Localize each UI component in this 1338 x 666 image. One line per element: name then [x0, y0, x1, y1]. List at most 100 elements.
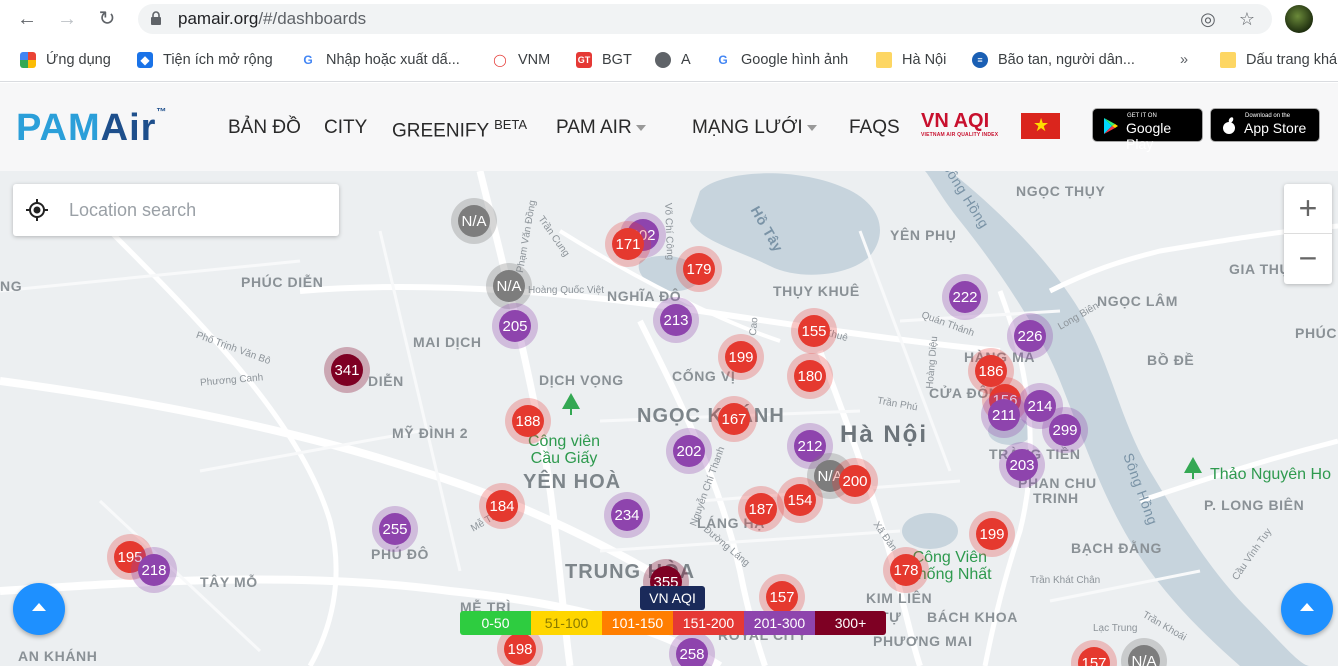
bookmark-news[interactable]: ≡ Bão tan, người dân...	[972, 50, 1135, 70]
aqi-value: 178	[890, 554, 922, 586]
zoom-in-button[interactable]: +	[1284, 184, 1332, 234]
aqi-station-marker[interactable]: 179	[676, 246, 722, 292]
aqi-station-marker[interactable]: 171	[605, 221, 651, 267]
area-label-ngoc-lam: NGỌC LÂM	[1097, 293, 1179, 309]
aqi-station-marker[interactable]: 202	[666, 428, 712, 474]
scroll-up-button-right[interactable]	[1281, 583, 1333, 635]
star-icon[interactable]: ☆	[1237, 9, 1257, 29]
air-quality-map[interactable]: NG PHÚC DIỄN MAI DỊCH DIỄN MỸ ĐÌNH 2 DỊC…	[0, 171, 1338, 666]
nav-pam-air[interactable]: PAM AIR	[556, 117, 646, 139]
street-label: Cao	[747, 316, 761, 337]
nav-city[interactable]: CITY	[324, 117, 367, 139]
aqi-station-marker[interactable]: 222	[942, 274, 988, 320]
scroll-up-button[interactable]	[13, 583, 65, 635]
google-play-button[interactable]: GET IT ON Google Play	[1092, 108, 1203, 152]
aqi-station-marker[interactable]: 299	[1042, 407, 1088, 453]
aqi-station-marker[interactable]: 154	[777, 477, 823, 523]
bookmark-vnm[interactable]: ◯ VNM	[492, 50, 550, 70]
location-search-input[interactable]	[69, 196, 329, 224]
aqi-station-marker[interactable]: 155	[791, 308, 837, 354]
aqi-value: 211	[988, 399, 1020, 431]
other-bookmarks[interactable]: Dấu trang khá	[1220, 50, 1337, 70]
aqi-value: 255	[379, 513, 411, 545]
aqi-value: 218	[138, 554, 170, 586]
area-label-phuong-mai: PHƯƠNG MAI	[873, 633, 973, 649]
location-blocked-icon[interactable]: ◎	[1198, 9, 1218, 29]
news-icon: ≡	[972, 52, 988, 68]
aqi-station-marker[interactable]: 184	[479, 483, 525, 529]
logo-trademark: ™	[156, 107, 168, 118]
pamair-logo[interactable]: PAMAir™	[16, 107, 167, 150]
puzzle-icon: ◆	[137, 52, 153, 68]
aqi-station-marker[interactable]: 226	[1007, 313, 1053, 359]
aqi-station-marker[interactable]: N/A	[486, 263, 532, 309]
aqi-station-marker[interactable]: 200	[832, 458, 878, 504]
bookmark-google-images[interactable]: G Google hình ảnh	[715, 50, 848, 70]
aqi-value: 234	[611, 499, 643, 531]
nav-map[interactable]: BẢN ĐỒ	[228, 117, 301, 139]
aqi-station-marker[interactable]: 255	[372, 506, 418, 552]
profile-avatar[interactable]	[1285, 5, 1313, 33]
aqi-station-marker[interactable]: 180	[787, 353, 833, 399]
logo-pam: PAM	[16, 107, 101, 149]
bookmark-label: A	[681, 52, 691, 68]
back-arrow-icon[interactable]: ←	[15, 7, 39, 31]
forward-arrow-icon[interactable]: →	[55, 7, 79, 31]
aqi-value: 341	[331, 354, 363, 386]
area-label-ng: NG	[0, 278, 23, 294]
address-bar[interactable]: pamair.org/#/dashboards ◎ ☆	[138, 4, 1272, 34]
aqi-value: 155	[798, 315, 830, 347]
legend-title: VN AQI	[640, 586, 705, 610]
aqi-legend: 0-50 51-100 101-150 151-200 201-300 300+	[460, 611, 886, 635]
chevron-down-icon	[806, 124, 817, 131]
aqi-value: 299	[1049, 414, 1081, 446]
area-label-phuc: PHÚC	[1295, 325, 1338, 341]
zoom-out-button[interactable]: −	[1284, 234, 1332, 284]
aqi-station-marker[interactable]: 199	[718, 334, 764, 380]
area-label-bo-de: BỒ ĐỀ	[1147, 352, 1195, 368]
bookmark-label: Hà Nội	[902, 52, 947, 68]
bookmark-a[interactable]: A	[655, 50, 691, 70]
nav-greenify[interactable]: GREENIFY BETA	[392, 117, 527, 142]
reload-icon[interactable]: ↻	[95, 7, 119, 31]
nav-network[interactable]: MẠNG LƯỚI	[692, 117, 817, 139]
park-label-line: Cầu Giấy	[530, 450, 598, 467]
aqi-value: 198	[504, 633, 536, 665]
area-label-phuc-dien: PHÚC DIỄN	[241, 274, 324, 290]
area-label-ngoc-thuy: NGỌC THỤY	[1016, 183, 1106, 199]
aqi-station-marker[interactable]: 199	[969, 511, 1015, 557]
my-location-icon[interactable]	[26, 199, 48, 221]
area-label-trinh: TRINH	[1033, 490, 1079, 506]
bookmark-import[interactable]: G Nhập hoặc xuất dấ...	[300, 50, 460, 70]
app-store-button[interactable]: Download on the App Store	[1210, 108, 1320, 142]
bookmark-label: Tiện ích mở rộng	[163, 52, 273, 68]
area-label-tay-mo: TÂY MỖ	[200, 574, 258, 590]
bookmark-hanoi[interactable]: Hà Nội	[876, 50, 946, 70]
vn-aqi-logo[interactable]: VN AQI VIETNAM AIR QUALITY INDEX	[921, 110, 998, 138]
aqi-station-marker[interactable]: 203	[999, 442, 1045, 488]
bookmark-label: Google hình ảnh	[741, 52, 849, 68]
aqi-value: N/A	[1128, 645, 1160, 666]
apps-grid-icon	[20, 52, 36, 68]
aqi-station-marker[interactable]: 205	[492, 303, 538, 349]
aqi-station-marker[interactable]: 341	[324, 347, 370, 393]
aqi-station-marker[interactable]: 178	[883, 547, 929, 593]
aqi-station-marker[interactable]: 234	[604, 492, 650, 538]
aqi-value: 188	[512, 405, 544, 437]
bookmark-bgt[interactable]: GT BGT	[576, 50, 632, 70]
google-icon: G	[303, 53, 313, 67]
bookmark-apps[interactable]: Ứng dụng	[20, 50, 111, 70]
vietnam-flag-icon[interactable]: ★	[1021, 113, 1060, 139]
area-label-my-dinh-2: MỸ ĐÌNH 2	[392, 425, 469, 441]
aqi-station-marker[interactable]: 188	[505, 398, 551, 444]
aqi-station-marker[interactable]: N/A	[451, 198, 497, 244]
aqi-value: N/A	[458, 205, 490, 237]
aqi-station-marker[interactable]: 213	[653, 297, 699, 343]
bookmark-extensions[interactable]: ◆ Tiện ích mở rộng	[137, 50, 273, 70]
nav-faqs[interactable]: FAQS	[849, 117, 900, 139]
aqi-station-marker[interactable]: 218	[131, 547, 177, 593]
more-bookmarks-button[interactable]: »	[1180, 50, 1188, 70]
aqi-station-marker[interactable]: 167	[711, 396, 757, 442]
aqi-value: 157	[1078, 647, 1110, 666]
vn-aqi-logo-text: VN AQI	[921, 110, 990, 132]
